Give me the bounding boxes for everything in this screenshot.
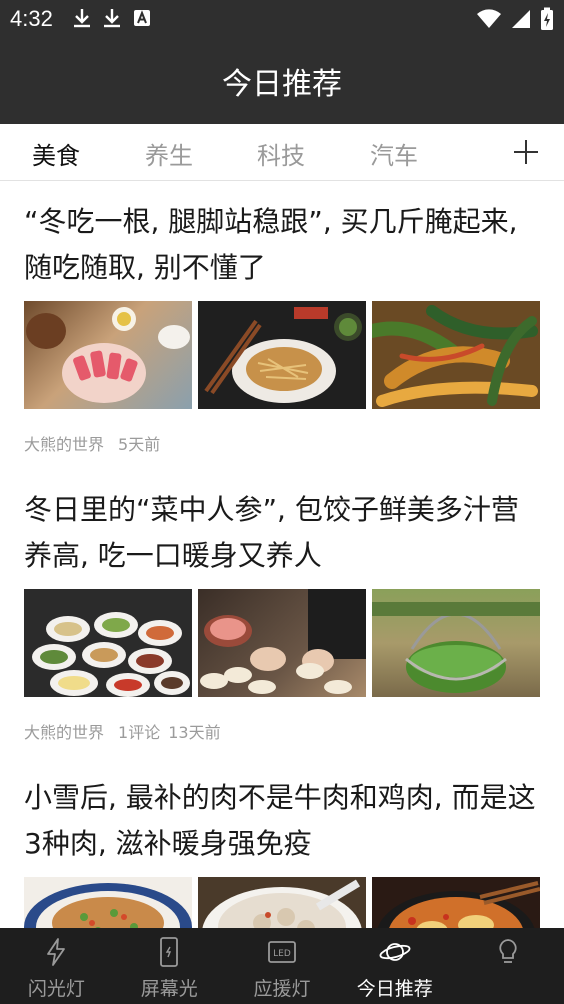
wifi-icon (477, 9, 501, 28)
article-time: 13天前 (168, 723, 221, 742)
article-card[interactable]: “冬吃一根, 腿脚站稳跟”, 买几斤腌起来, 随吃随取, 别不懂了 大熊的世界 … (24, 199, 540, 455)
status-bar: 4:32 (0, 0, 564, 38)
nav-item-screen-light[interactable]: 屏幕光 (113, 928, 226, 1004)
add-tab-icon[interactable] (512, 138, 540, 166)
svg-text:LED: LED (273, 949, 291, 959)
article-meta: 大熊的世界 5天前 (24, 431, 540, 455)
page-title: 今日推荐 (222, 67, 342, 102)
article-card[interactable]: 冬日里的“菜中人参”, 包饺子鲜美多汁营养高, 吃一口暖身又养人 大熊的世界 1… (24, 487, 540, 743)
article-thumbnails (24, 589, 540, 697)
article-title[interactable]: 小雪后, 最补的肉不是牛肉和鸡肉, 而是这3种肉, 滋补暖身强免疫 (24, 775, 540, 867)
nav-item-flashlight[interactable]: 闪光灯 (0, 928, 113, 1004)
article-author: 大熊的世界 (24, 435, 105, 454)
status-time: 4:32 (10, 6, 53, 31)
article-time: 5天前 (118, 435, 161, 454)
article-thumbnails (24, 877, 540, 928)
article-image (372, 877, 540, 928)
download-icon (104, 9, 120, 28)
article-feed[interactable]: “冬吃一根, 腿脚站稳跟”, 买几斤腌起来, 随吃随取, 别不懂了 大熊的世界 … (0, 181, 564, 928)
bottom-nav: 闪光灯 屏幕光 LED 应援灯 今日推荐 (0, 928, 564, 1004)
article-thumbnails (24, 301, 540, 409)
article-image (24, 589, 192, 697)
article-comments: 1评论 (118, 723, 161, 742)
article-title[interactable]: “冬吃一根, 腿脚站稳跟”, 买几斤腌起来, 随吃随取, 别不懂了 (24, 199, 540, 291)
signal-icon (512, 10, 530, 28)
download-icon (74, 9, 90, 28)
nav-label: 今日推荐 (356, 978, 433, 1000)
battery-icon (541, 7, 553, 30)
nav-label: 屏幕光 (140, 978, 198, 1000)
article-image (372, 301, 540, 409)
nav-item-recommend[interactable]: 今日推荐 (338, 928, 451, 1004)
article-image (24, 301, 192, 409)
article-image (372, 589, 540, 697)
page-header: 今日推荐 (0, 38, 564, 124)
tab-tech[interactable]: 科技 (257, 136, 305, 171)
nav-item-bulb[interactable] (451, 928, 564, 1004)
app-notification-icon (134, 10, 150, 26)
article-author: 大熊的世界 (24, 723, 105, 742)
tab-food[interactable]: 美食 (32, 136, 80, 171)
article-meta: 大熊的世界 1评论 13天前 (24, 719, 540, 743)
system-status-icons (476, 7, 554, 31)
article-image (198, 301, 366, 409)
flash-icon (47, 938, 66, 966)
phone-screen-icon (160, 937, 179, 967)
article-image (198, 877, 366, 928)
tab-auto[interactable]: 汽车 (370, 136, 418, 171)
article-card[interactable]: 小雪后, 最补的肉不是牛肉和鸡肉, 而是这3种肉, 滋补暖身强免疫 (24, 775, 540, 928)
nav-item-cheer-light[interactable]: LED 应援灯 (226, 928, 339, 1004)
article-image (24, 877, 192, 928)
nav-label: 应援灯 (253, 978, 311, 1000)
led-icon: LED (268, 941, 296, 963)
article-image (198, 589, 366, 697)
article-title[interactable]: 冬日里的“菜中人参”, 包饺子鲜美多汁营养高, 吃一口暖身又养人 (24, 487, 540, 579)
tab-health[interactable]: 养生 (145, 136, 193, 171)
bulb-icon (498, 939, 517, 963)
nav-label: 闪光灯 (27, 978, 85, 1000)
planet-icon (379, 943, 411, 961)
category-tabs: 美食 养生 科技 汽车 (0, 124, 564, 181)
notification-icons (72, 7, 152, 29)
